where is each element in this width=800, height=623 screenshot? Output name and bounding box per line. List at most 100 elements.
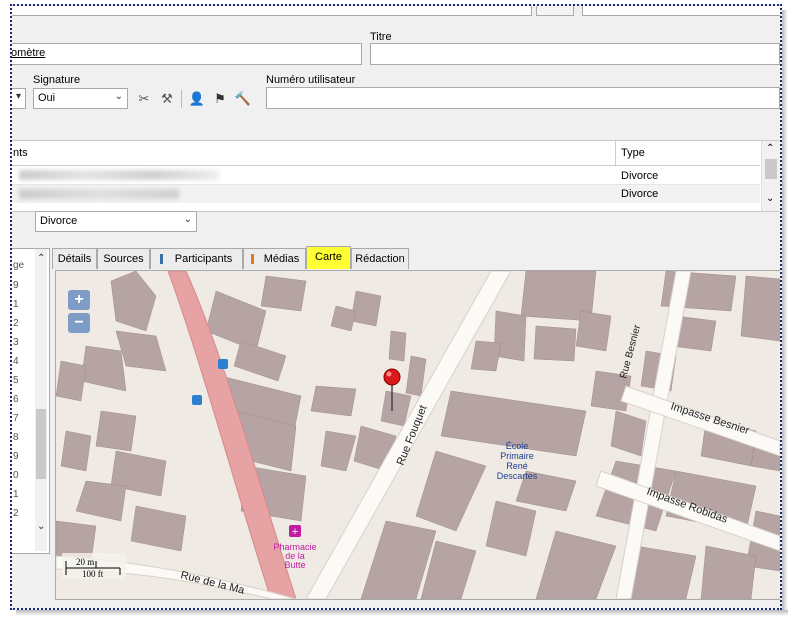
tab-redaction[interactable]: Rédaction [351,248,409,269]
map-canvas[interactable]: + Rue Fouquet Rue Besnier Impasse Besnie… [56,271,780,599]
list-item[interactable]: 7 [13,413,19,424]
label-ecole-1: École [506,441,529,451]
partial-field-value: omètre [11,47,46,59]
building [320,430,357,472]
type-filter-select[interactable]: Divorce ⌄ [35,211,197,232]
label-pharmacie-3: Butte [284,560,305,570]
tab-participants[interactable]: Participants [150,248,243,269]
tab-details[interactable]: Détails [52,248,97,269]
list-item[interactable]: 2 [13,508,19,519]
chevron-down-icon: ⌄ [183,214,192,225]
tab-sources[interactable]: Sources [97,248,150,269]
building [115,330,167,372]
blurred-name [19,189,179,199]
chevron-down-icon: ⌄ [114,91,123,102]
row-type: Divorce [621,188,659,200]
scale-meters: 20 m [76,557,94,567]
building [610,410,647,457]
tab-carte[interactable]: Carte [306,246,351,269]
list-item[interactable]: 1 [13,489,19,500]
titre-label: Titre [370,31,392,43]
scroll-thumb[interactable] [36,409,46,479]
list-item[interactable]: 2 [13,318,19,329]
participants-grid: nts Type Divorce Divorce ⌃ ⌄ [12,140,780,212]
building [700,545,757,599]
left-list-scrollbar[interactable]: ⌃ ⌄ [35,249,47,551]
list-item[interactable]: 0 [13,470,19,481]
top-partial-field[interactable] [12,6,532,16]
grid-header-names[interactable]: nts [12,141,616,166]
list-item[interactable]: 3 [13,337,19,348]
building [485,500,537,557]
list-item[interactable]: 9 [13,280,19,291]
list-item[interactable]: 4 [13,356,19,367]
left-list-panel: ge 9 1 2 3 4 5 6 7 8 9 0 1 2 ⌃ ⌄ [12,248,50,554]
table-row[interactable]: Divorce [12,166,760,185]
label-ecole-2: Primaire [500,451,534,461]
building [310,385,357,417]
participants-tab-icon [160,254,163,264]
building [388,330,407,362]
tab-medias[interactable]: Médias [243,248,306,269]
unlink-icon[interactable]: ⚒ [158,90,176,108]
building [535,530,617,599]
map-pin-icon [383,368,401,386]
numero-utilisateur-input[interactable] [266,87,780,109]
top-partial-field-2[interactable] [582,6,780,16]
scroll-up-icon[interactable]: ⌃ [766,143,774,154]
numero-utilisateur-label: Numéro utilisateur [266,74,356,86]
list-item[interactable]: 9 [13,451,19,462]
scissors-icon[interactable]: ✂ [135,90,153,108]
building [470,340,502,372]
grid-scrollbar[interactable]: ⌃ ⌄ [761,141,780,211]
partial-field[interactable]: omètre [11,43,362,65]
building [260,275,307,312]
signature-label: Signature [33,74,81,86]
building [110,271,157,332]
bus-stop-icon [218,359,228,369]
building [350,290,382,327]
grid-header-type[interactable]: Type [616,141,760,166]
hammer-icon[interactable]: 🔨 [234,90,252,108]
scroll-down-icon[interactable]: ⌄ [766,193,774,204]
map-view[interactable]: + Rue Fouquet Rue Besnier Impasse Besnie… [55,270,780,600]
list-item[interactable]: 1 [13,299,19,310]
building [740,275,780,342]
flag-icon[interactable]: ⚑ [211,90,229,108]
partial-select[interactable]: ▾ [12,88,26,109]
toolbar-separator [181,90,182,108]
building [75,480,127,522]
building [415,450,487,532]
building [56,360,87,402]
row-type: Divorce [621,170,659,182]
person-icon[interactable]: 👤 [188,90,206,108]
blurred-name [19,170,219,180]
zoom-out-button[interactable]: − [68,313,90,333]
window-shadow-bottom [16,610,788,616]
building [233,340,287,382]
list-item[interactable]: 6 [13,394,19,405]
building [205,290,267,352]
pin-highlight [386,371,392,377]
building [405,355,427,397]
pharmacy-cross: + [292,526,298,538]
signature-select[interactable]: Oui ⌄ [33,88,128,109]
building [330,305,357,332]
table-row[interactable]: Divorce [12,185,760,203]
top-partial-button[interactable] [536,6,574,16]
medias-tab-icon [251,254,254,264]
scale-feet: 100 ft [82,569,104,579]
scroll-down-icon[interactable]: ⌄ [37,521,45,532]
building [95,410,137,452]
scroll-thumb[interactable] [765,159,777,179]
titre-input[interactable] [370,43,780,65]
building [130,505,187,552]
label-ecole-4: Descartes [497,471,538,481]
list-item[interactable]: 5 [13,375,19,386]
bus-stop-icon [192,395,202,405]
label-rue-besnier: Rue Besnier [618,323,643,380]
chevron-down-icon: ▾ [15,91,21,102]
scroll-up-icon[interactable]: ⌃ [37,253,45,264]
list-item[interactable]: 8 [13,432,19,443]
zoom-in-button[interactable]: + [68,290,90,310]
